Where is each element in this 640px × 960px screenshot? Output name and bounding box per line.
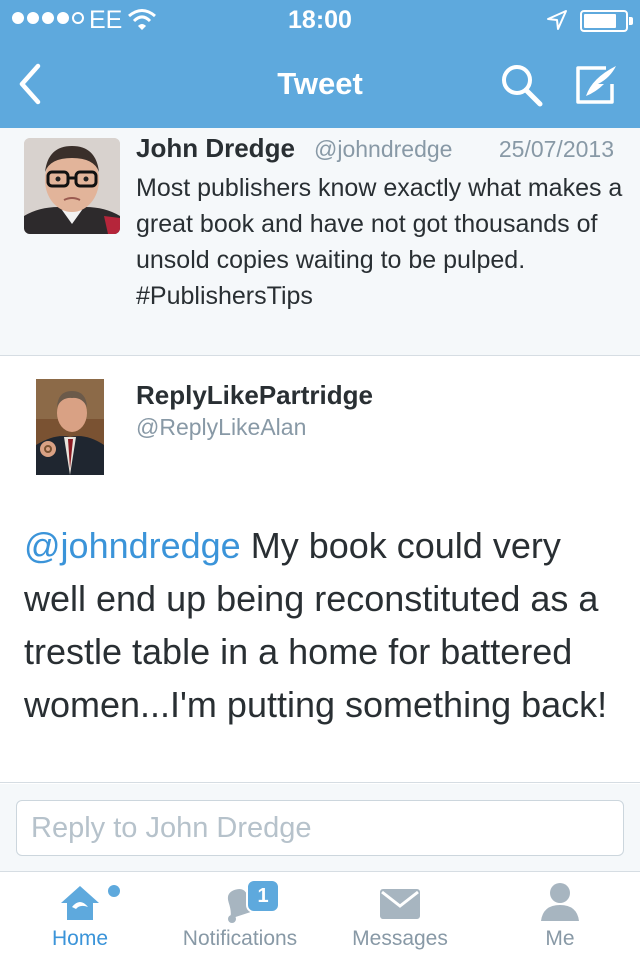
top-bar: EE 18:00 Tweet [0,0,640,128]
person-icon [541,883,579,921]
mention-link[interactable]: @johndredge [24,525,241,566]
tab-label: Notifications [182,927,298,950]
location-arrow-icon [547,10,567,30]
battery-icon [580,10,633,32]
clock: 18:00 [288,6,352,34]
tab-label: Me [545,927,575,950]
avatar[interactable] [24,138,120,234]
tab-me[interactable]: Me [480,873,640,960]
tweet-date: 25/07/2013 [498,136,614,162]
author-handle[interactable]: @johndredge [314,136,452,163]
notification-badge: 1 [246,879,280,913]
tab-label: Messages [352,927,448,950]
author-handle[interactable]: @ReplyLikeAlan [136,414,306,441]
envelope-icon [380,889,420,919]
compose-tweet-icon[interactable] [572,62,620,108]
author-name[interactable]: ReplyLikePartridge [136,380,373,411]
author-name[interactable]: John Dredge [136,133,295,164]
status-bar: EE 18:00 [0,0,640,40]
reply-bar [0,784,640,872]
main-tweet: ReplyLikePartridge @ReplyLikeAlan @johnd… [0,357,640,783]
new-content-dot [108,885,120,897]
home-icon [61,886,99,920]
search-icon[interactable] [498,62,546,108]
parent-tweet[interactable]: John Dredge @johndredge 25/07/2013 Most … [0,128,640,356]
tab-home[interactable]: Home [0,873,160,960]
tab-bar: Home 1 Notifications Messages Me [0,873,640,960]
tweet-text: Most publishers know exactly what makes … [136,174,623,310]
tweet-text: @johndredge My book could very well end … [24,519,624,731]
tab-label: Home [51,927,109,950]
tab-notifications[interactable]: 1 Notifications [160,873,320,960]
reply-input[interactable] [16,800,624,856]
avatar[interactable] [36,379,104,475]
tab-messages[interactable]: Messages [320,873,480,960]
